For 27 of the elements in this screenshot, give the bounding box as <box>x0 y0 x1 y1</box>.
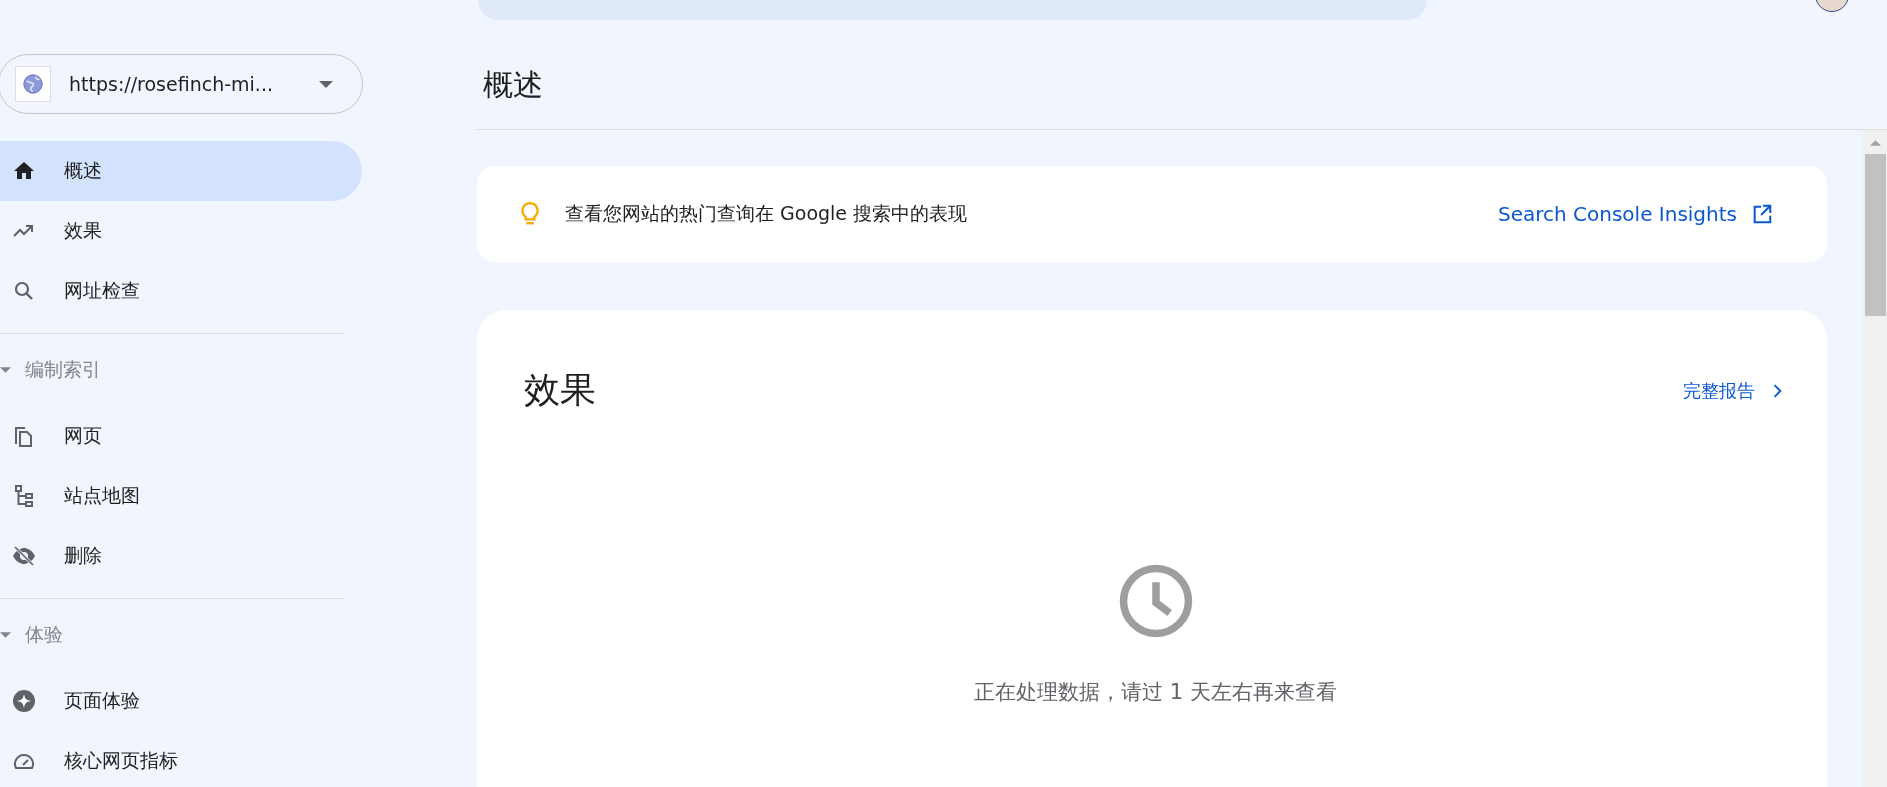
scrollbar[interactable] <box>1863 130 1887 787</box>
nav-item[interactable]: 网址检查 <box>0 261 362 321</box>
caret-icon <box>0 367 11 373</box>
property-url: https://rosefinch-mi... <box>69 73 274 95</box>
page-title: 概述 <box>483 66 544 104</box>
nav-item[interactable]: 概述 <box>0 141 362 201</box>
nav-item[interactable]: 站点地图 <box>0 466 362 526</box>
caret-icon <box>319 80 333 88</box>
card-title: 效果 <box>524 368 596 412</box>
nav-item[interactable]: 删除 <box>0 526 362 586</box>
nav-item[interactable]: 核心网页指标 <box>0 731 362 787</box>
eye-off-icon <box>12 544 36 568</box>
nav-item[interactable]: 页面体验 <box>0 671 362 731</box>
scrollbar-thumb[interactable] <box>1864 154 1886 316</box>
insights-link[interactable]: Search Console Insights <box>1498 202 1773 226</box>
insight-text: 查看您网站的热门查询在 Google 搜索中的表现 <box>565 201 969 226</box>
nav-item[interactable]: 网页 <box>0 406 362 466</box>
badge-icon <box>12 689 36 713</box>
processing-message: 正在处理数据，请过 1 天左右再来查看 <box>974 679 1337 706</box>
scroll-up-arrow-icon[interactable] <box>1869 140 1881 146</box>
caret-icon <box>0 632 11 638</box>
sitemap-icon <box>12 484 36 508</box>
globe-icon <box>15 66 51 102</box>
nav-item[interactable]: 效果 <box>0 201 362 261</box>
full-report-link[interactable]: 完整报告 <box>1683 378 1787 403</box>
external-link-icon <box>1751 203 1773 225</box>
section-header[interactable]: 编制索引 <box>0 334 345 406</box>
